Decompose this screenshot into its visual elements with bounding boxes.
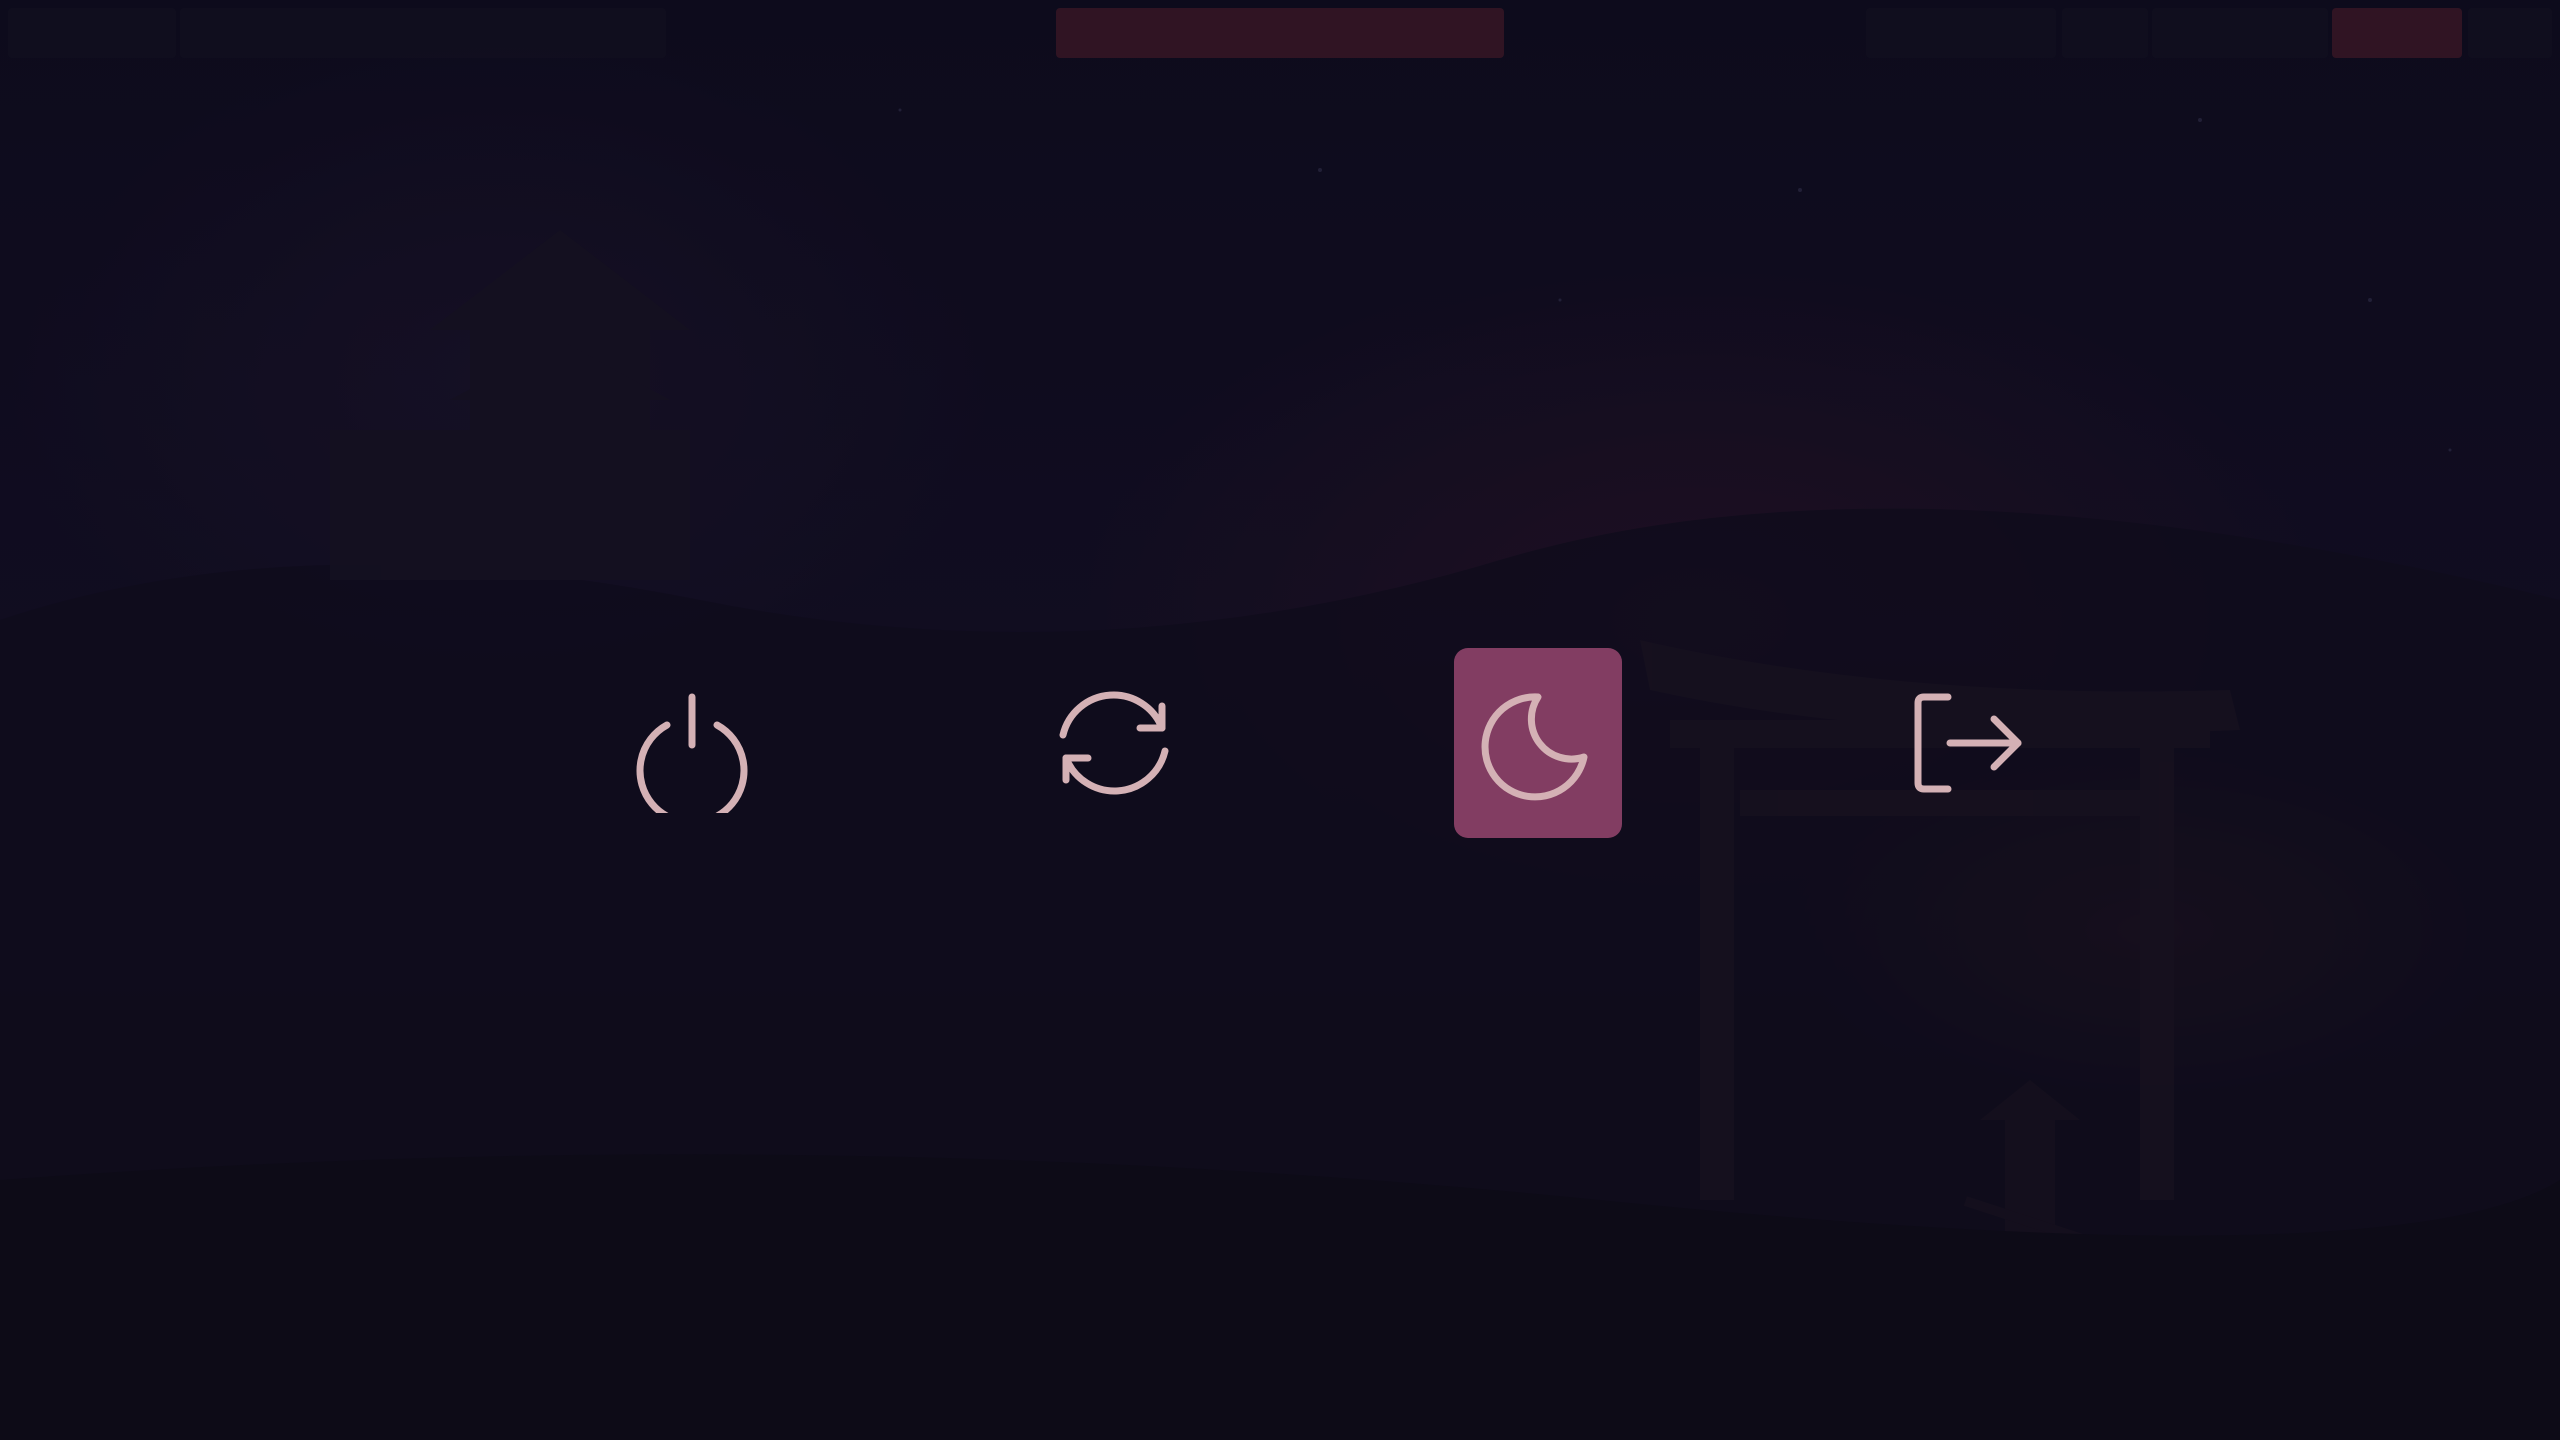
- refresh-icon: [1059, 691, 1169, 795]
- moon-icon: [1481, 693, 1588, 801]
- reboot-button[interactable]: reboot: [1030, 648, 1198, 838]
- shutdown-button[interactable]: shutdown: [608, 648, 776, 838]
- logout-button[interactable]: logout: [1876, 648, 2044, 838]
- logout-icon: [1914, 693, 2022, 793]
- logout-action: logout: [1876, 838, 1877, 839]
- reboot-action: reboot: [1030, 838, 1031, 839]
- suspend-button[interactable]: suspend: [1454, 648, 1622, 838]
- power-menu: shutdown reboot suspend logout: [0, 0, 2560, 1440]
- suspend-action: suspend: [1454, 838, 1455, 839]
- power-icon: [636, 693, 748, 813]
- shutdown-action: shutdown: [608, 838, 609, 839]
- desktop-screen: shutdown reboot suspend logout: [0, 0, 2560, 1440]
